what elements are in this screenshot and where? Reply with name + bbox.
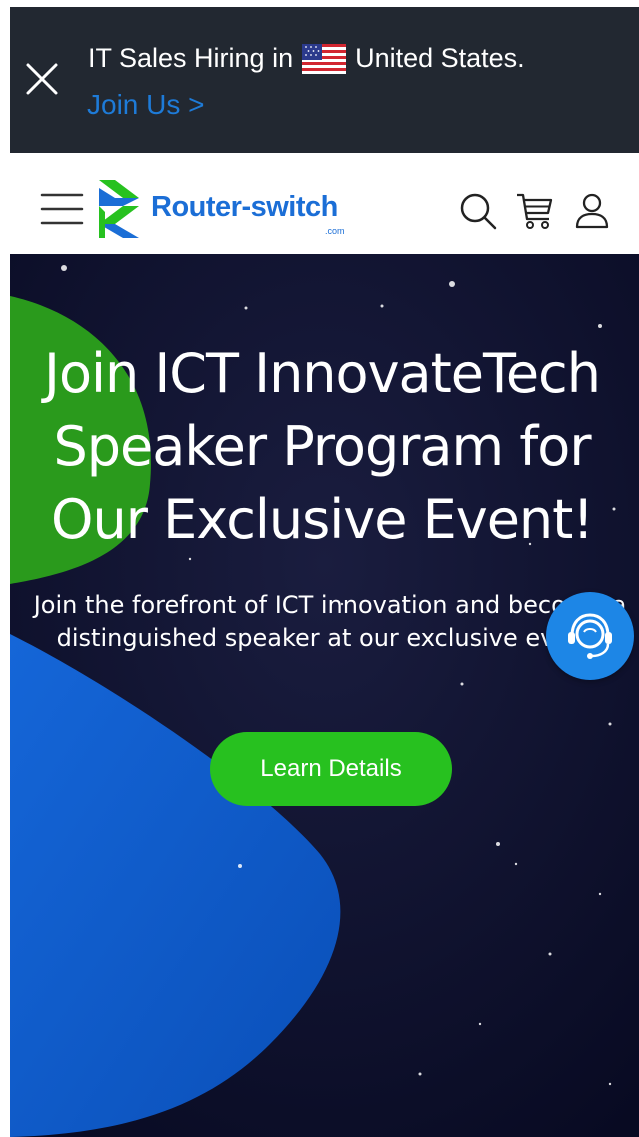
page: IT Sales Hiring in United States. Join U… — [0, 0, 639, 1137]
site-header: Router-switch .com — [10, 153, 639, 254]
logo-mark-icon — [95, 176, 147, 242]
us-flag-icon — [302, 43, 347, 74]
join-us-link[interactable]: Join Us > — [87, 89, 205, 121]
logo-subtext: .com — [325, 226, 345, 236]
user-icon[interactable] — [572, 191, 612, 231]
hiring-banner: IT Sales Hiring in United States. Join U… — [10, 7, 639, 153]
headset-support-icon — [568, 613, 612, 659]
close-icon[interactable] — [24, 61, 60, 97]
customer-support-button[interactable] — [546, 592, 634, 680]
cart-icon[interactable] — [515, 191, 555, 231]
banner-text-after: United States. — [355, 43, 525, 73]
hero-banner: Join ICT InnovateTech Speaker Program fo… — [10, 254, 639, 1137]
hero-description: Join the forefront of ICT innovation and… — [33, 591, 627, 652]
logo-text: Router-switch — [151, 191, 338, 223]
banner-text-before: IT Sales Hiring in — [88, 43, 294, 73]
banner-message: IT Sales Hiring in United States. — [88, 43, 525, 74]
search-icon[interactable] — [458, 191, 498, 231]
router-switch-logo[interactable]: Router-switch .com — [95, 176, 365, 242]
hamburger-menu-icon[interactable] — [40, 191, 84, 227]
hero-title: Join ICT InnovateTech Speaker Program fo… — [44, 342, 601, 551]
learn-details-button[interactable]: Learn Details — [210, 732, 452, 806]
